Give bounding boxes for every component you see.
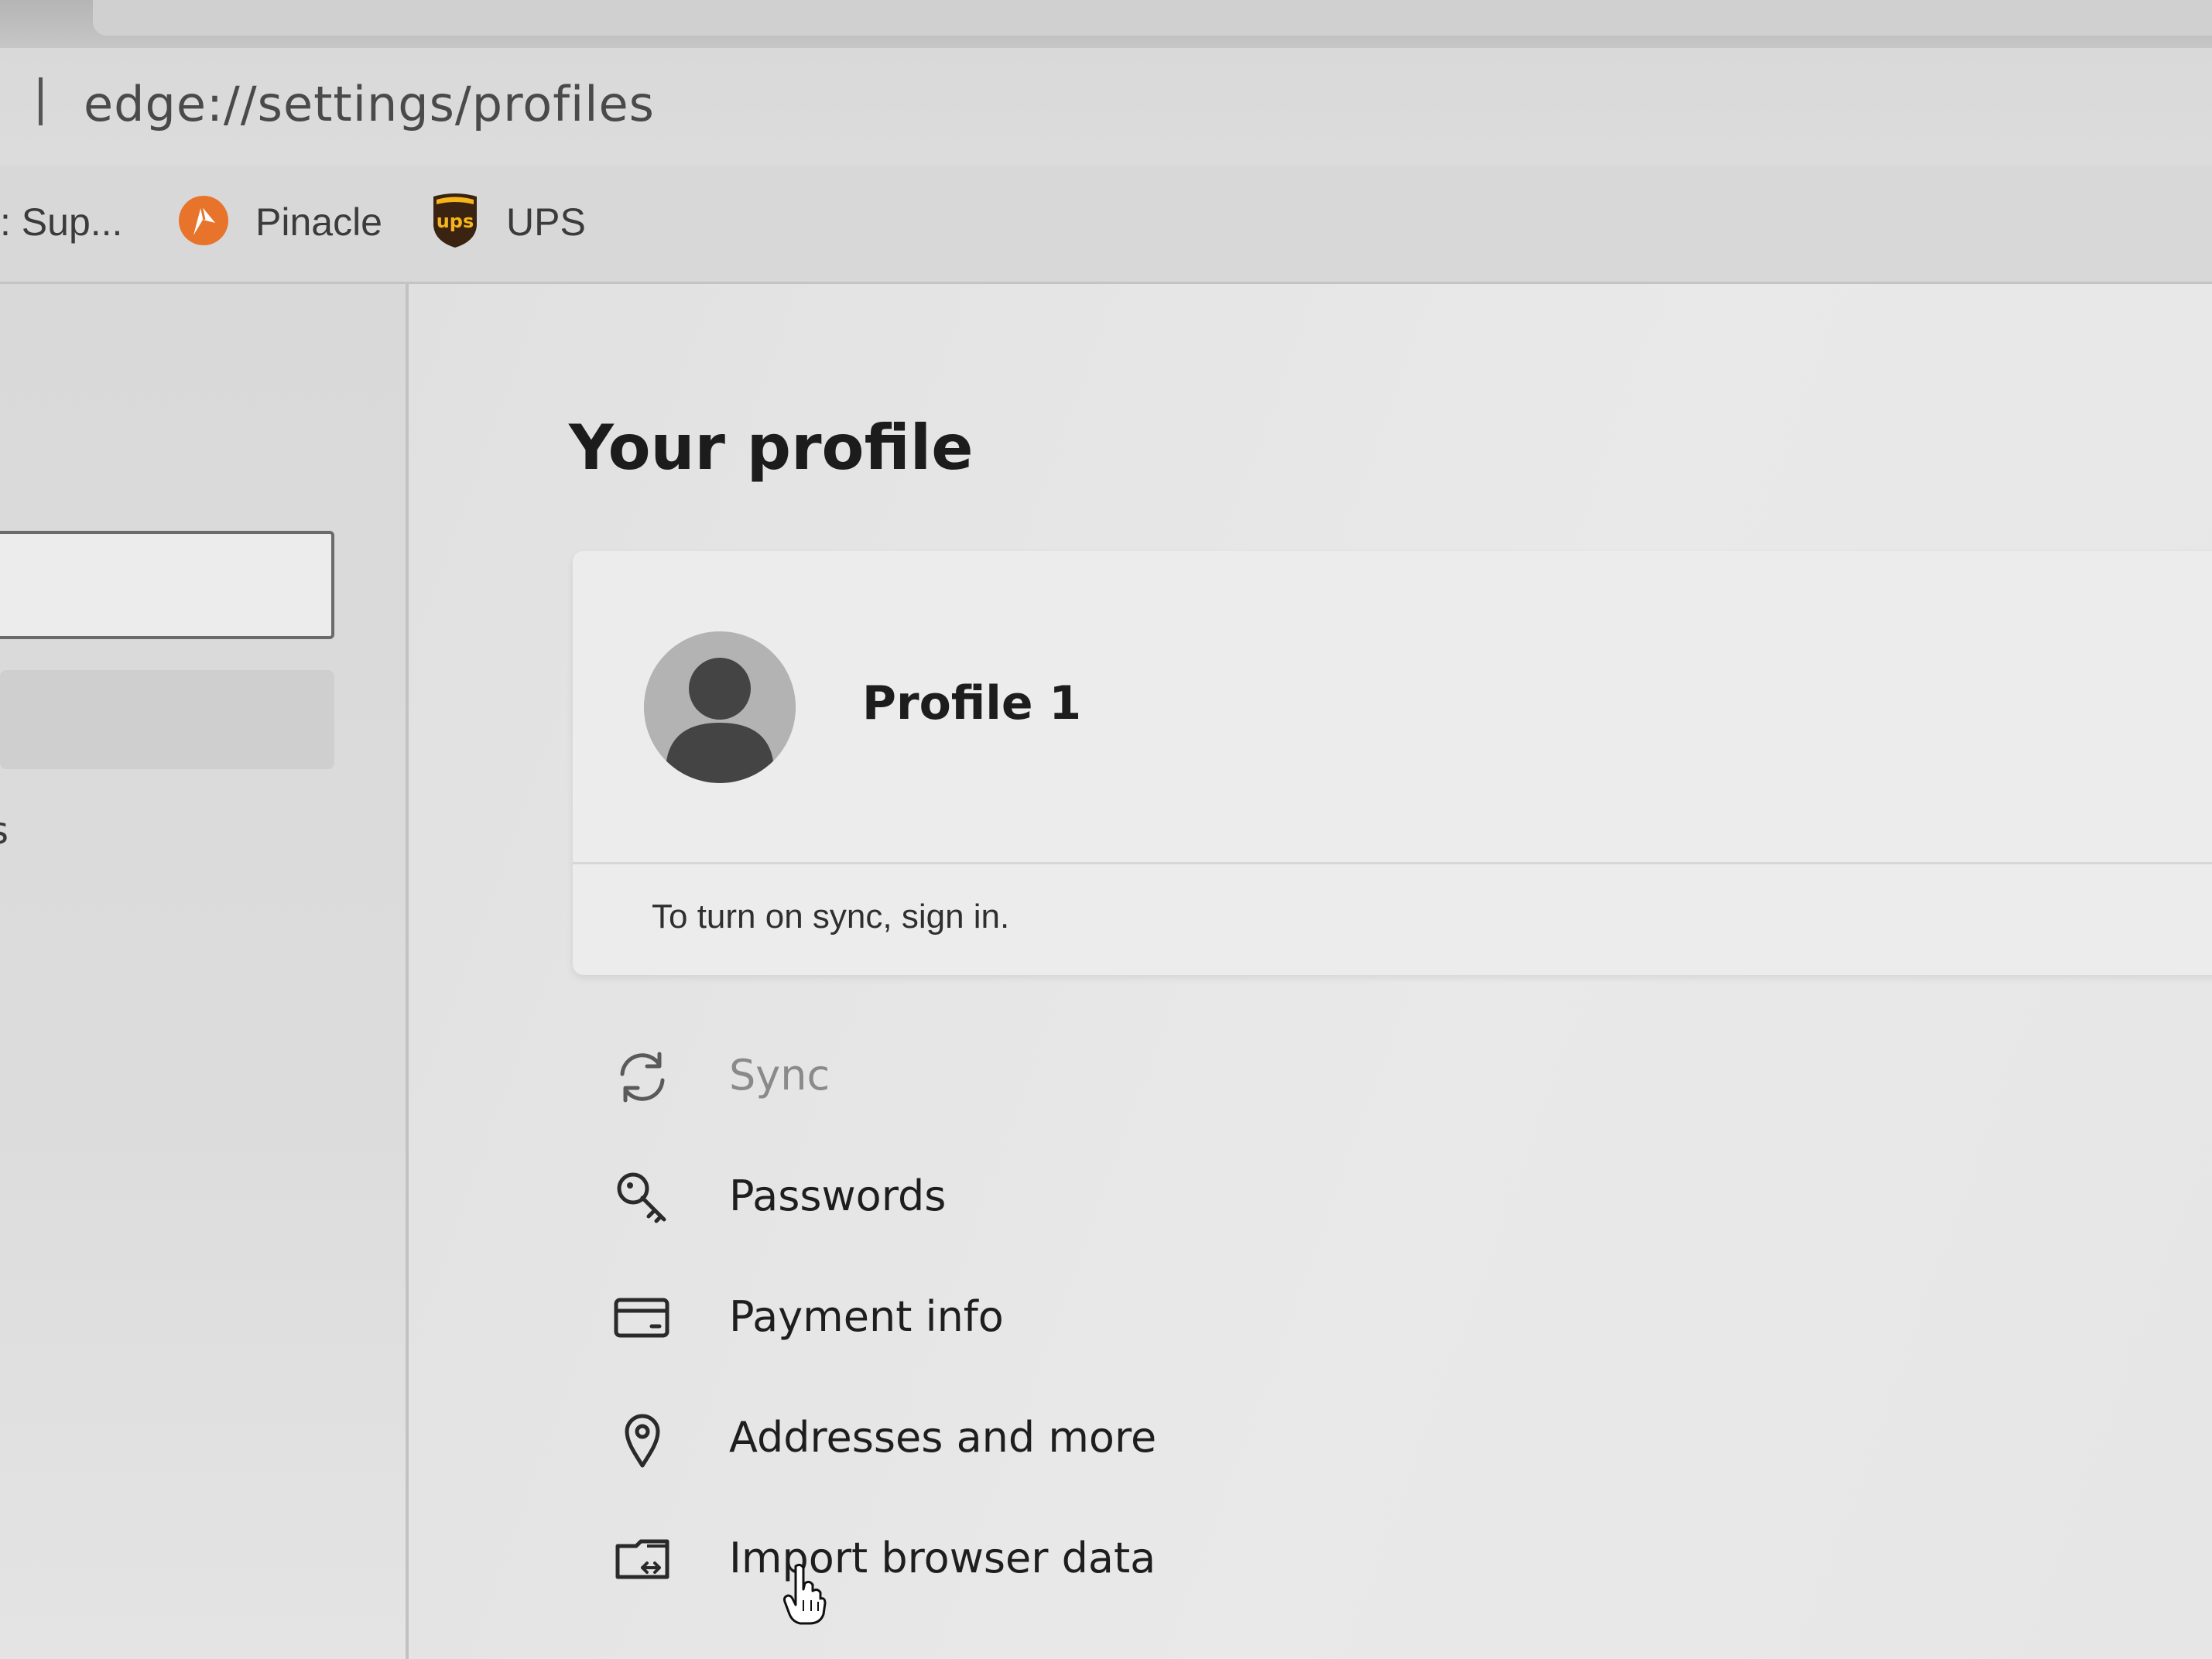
key-icon [617, 1172, 666, 1223]
favorite-label: : Sup... [0, 200, 123, 244]
location-pin-icon [625, 1414, 660, 1468]
profile-name: Profile 1 [862, 676, 1082, 730]
card-divider [573, 862, 2212, 864]
svg-text:ups: ups [437, 210, 474, 232]
profile-card: Profile 1 To turn on sync, sign in. [573, 551, 2212, 975]
active-tab[interactable] [93, 0, 2212, 36]
favorite-label: UPS [506, 200, 586, 244]
menu-item-label: Sync [729, 1051, 830, 1100]
menu-item-sync[interactable]: Sync [611, 1040, 1540, 1125]
url-field[interactable]: edge://settings/profiles [84, 76, 655, 132]
menu-item-addresses[interactable]: Addresses and more [611, 1402, 1540, 1487]
menu-item-label: Payment info [729, 1292, 1004, 1341]
person-icon [644, 631, 796, 783]
favorite-label: Pinacle [255, 200, 382, 244]
sync-sign-in-message[interactable]: To turn on sync, sign in. [652, 898, 1009, 936]
sidebar-item-partial[interactable]: s [0, 809, 9, 853]
menu-item-label: Addresses and more [729, 1413, 1157, 1462]
browser-window: edge://settings/profiles : Sup... Pinacl… [0, 0, 2212, 1659]
hand-cursor-icon [783, 1563, 827, 1625]
address-bar-separator [39, 77, 43, 125]
page-title: Your profile [569, 412, 974, 484]
sidebar-item-profiles[interactable] [0, 670, 334, 769]
ups-logo-icon: ups [433, 193, 477, 248]
import-icon [615, 1539, 669, 1579]
menu-item-label: Passwords [729, 1172, 947, 1220]
avatar[interactable] [644, 631, 796, 783]
menu-item-import-browser-data[interactable]: Import browser data [611, 1523, 1540, 1608]
menu-item-passwords[interactable]: Passwords [611, 1161, 1540, 1246]
settings-sidebar [0, 284, 409, 1659]
sync-icon [620, 1052, 665, 1103]
credit-card-icon [614, 1298, 669, 1338]
search-settings-input[interactable] [0, 531, 334, 639]
sidebar-divider [406, 284, 409, 1659]
tab-strip [0, 0, 2212, 48]
menu-item-payment-info[interactable]: Payment info [611, 1281, 1540, 1367]
pinacle-logo-icon [179, 196, 228, 245]
